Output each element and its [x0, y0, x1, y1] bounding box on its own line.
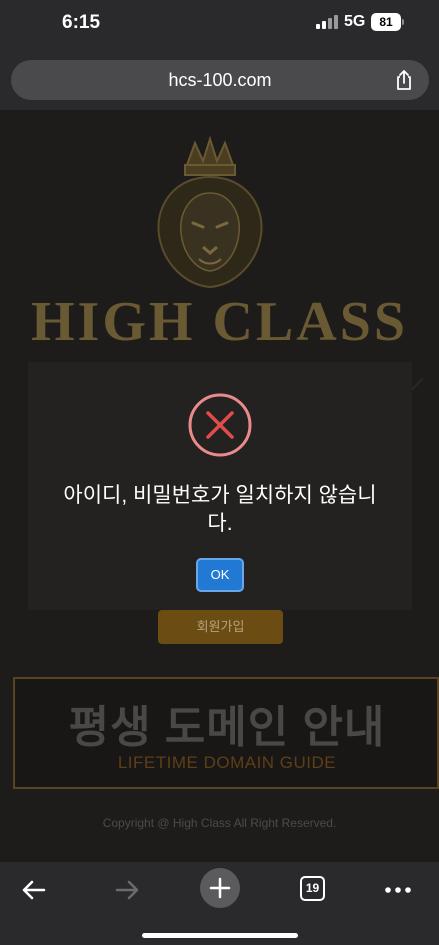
- new-tab-button[interactable]: [200, 868, 240, 908]
- domain-banner-subtitle: LIFETIME DOMAIN GUIDE: [117, 753, 337, 772]
- ok-button[interactable]: OK: [196, 558, 244, 592]
- battery-tip: [402, 19, 404, 25]
- status-bar: 6:15 5G 81: [0, 0, 439, 50]
- status-time: 6:15: [62, 12, 101, 33]
- address-bar-area: hcs-100.com: [0, 50, 439, 110]
- battery-icon: 81: [371, 13, 401, 31]
- back-arrow-icon[interactable]: [16, 872, 52, 908]
- address-bar[interactable]: hcs-100.com: [11, 60, 429, 100]
- url-text[interactable]: hcs-100.com: [11, 60, 429, 100]
- forward-arrow-icon[interactable]: [109, 872, 145, 908]
- share-icon[interactable]: [393, 69, 415, 91]
- alert-message: 아이디, 비밀번호가 일치하지 않습니다.: [63, 484, 377, 535]
- domain-guide-banner[interactable]: 평생 도메인 안내 LIFETIME DOMAIN GUIDE: [13, 677, 439, 789]
- brand-wordmark: HIGH CLASS: [31, 291, 408, 353]
- domain-banner-title: 평생 도메인 안내: [68, 703, 386, 752]
- signal-icon: [316, 15, 338, 29]
- plus-icon: [209, 877, 231, 899]
- error-x-icon: [188, 393, 252, 457]
- alert-dialog: 아이디, 비밀번호가 일치하지 않습니다. OK: [28, 362, 412, 610]
- copyright-text: Copyright @ High Class All Right Reserve…: [102, 816, 337, 830]
- home-indicator[interactable]: [142, 933, 298, 938]
- tab-switcher-button[interactable]: 19: [300, 876, 325, 901]
- signup-button[interactable]: 회원가입: [158, 610, 283, 644]
- network-type: 5G: [344, 13, 366, 30]
- browser-toolbar: 19: [0, 862, 439, 945]
- more-menu-icon[interactable]: [380, 872, 416, 908]
- web-content: HIGH CLASS 회원가입 평생 도메인 안내 LIFETIME DOMAI…: [0, 110, 439, 862]
- lion-crown-logo: [157, 135, 263, 289]
